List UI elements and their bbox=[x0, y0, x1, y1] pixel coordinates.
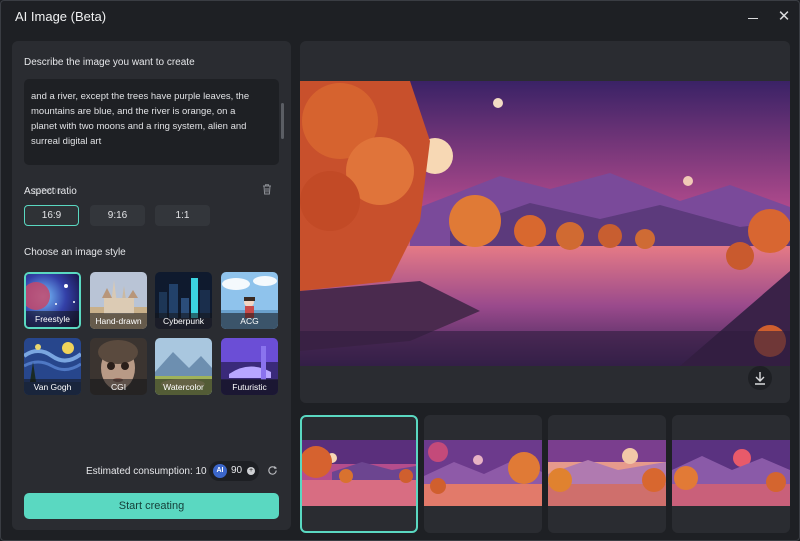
result-thumbnail-3[interactable] bbox=[548, 415, 666, 533]
style-label: Futuristic bbox=[221, 379, 278, 395]
prompt-heading: Describe the image you want to create bbox=[24, 57, 195, 68]
style-futuristic[interactable]: Futuristic bbox=[221, 338, 278, 395]
prompt-input[interactable]: and a river, except the trees have purpl… bbox=[24, 79, 284, 196]
preview-panel bbox=[300, 41, 790, 403]
style-label: Freestyle bbox=[26, 311, 79, 327]
aspect-option-9-16[interactable]: 9:16 bbox=[90, 205, 145, 226]
settings-panel: Describe the image you want to create an… bbox=[12, 41, 291, 530]
style-acg[interactable]: ACG bbox=[221, 272, 278, 329]
plus-icon[interactable]: + bbox=[247, 467, 255, 475]
app-window: AI Image (Beta) ✕ Describe the image you… bbox=[0, 0, 800, 541]
style-freestyle[interactable]: Freestyle bbox=[24, 272, 81, 329]
trash-icon[interactable] bbox=[260, 182, 274, 196]
style-watercolor[interactable]: Watercolor bbox=[155, 338, 212, 395]
thumbnail-image bbox=[302, 440, 416, 506]
style-hand-drawn[interactable]: Hand-drawn bbox=[90, 272, 147, 329]
credits-badge[interactable]: AI 90 + bbox=[209, 461, 259, 481]
aspect-option-1-1[interactable]: 1:1 bbox=[155, 205, 210, 226]
aspect-heading: Aspect ratio bbox=[24, 186, 77, 197]
ai-credit-icon: AI bbox=[213, 464, 227, 478]
result-thumbnail-4[interactable] bbox=[672, 415, 790, 533]
thumbnail-image bbox=[548, 440, 666, 506]
style-heading: Choose an image style bbox=[24, 247, 126, 258]
style-label: CGI bbox=[90, 379, 147, 395]
start-creating-button[interactable]: Start creating bbox=[24, 493, 279, 519]
window-title: AI Image (Beta) bbox=[15, 9, 107, 24]
style-label: Van Gogh bbox=[24, 379, 81, 395]
style-label: Cyberpunk bbox=[155, 313, 212, 329]
style-van-gogh[interactable]: Van Gogh bbox=[24, 338, 81, 395]
minimize-icon[interactable] bbox=[743, 7, 763, 27]
prompt-scrollbar[interactable] bbox=[281, 103, 284, 139]
close-icon[interactable]: ✕ bbox=[774, 7, 794, 27]
prompt-text[interactable]: and a river, except the trees have purpl… bbox=[31, 89, 263, 149]
refresh-icon[interactable] bbox=[267, 465, 278, 476]
result-thumbnail-1[interactable] bbox=[300, 415, 418, 533]
style-label: Hand-drawn bbox=[90, 313, 147, 329]
aspect-option-16-9[interactable]: 16:9 bbox=[24, 205, 79, 226]
thumbnail-image bbox=[424, 440, 542, 506]
generated-image-preview bbox=[300, 81, 790, 366]
style-label: Watercolor bbox=[155, 379, 212, 395]
result-thumbnail-2[interactable] bbox=[424, 415, 542, 533]
style-label: ACG bbox=[221, 313, 278, 329]
style-cgi[interactable]: CGI bbox=[90, 338, 147, 395]
style-cyberpunk[interactable]: Cyberpunk bbox=[155, 272, 212, 329]
title-bar: AI Image (Beta) ✕ bbox=[1, 1, 800, 33]
credit-balance: 90 bbox=[231, 465, 243, 476]
estimated-consumption: Estimated consumption: 10 bbox=[86, 466, 207, 477]
download-icon[interactable] bbox=[748, 366, 772, 390]
thumbnail-image bbox=[672, 440, 790, 506]
